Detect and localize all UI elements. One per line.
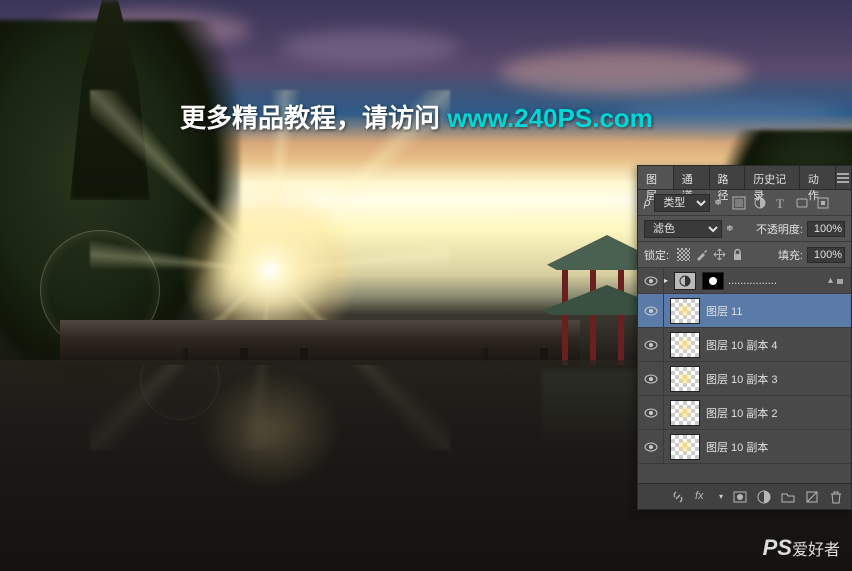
layer-collapsed-indicator[interactable]: ▴ xyxy=(828,275,845,286)
tutorial-prefix: 更多精品教程，请访问 xyxy=(180,103,447,133)
lock-all-icon[interactable] xyxy=(731,248,744,261)
layer-name[interactable]: ................ xyxy=(728,275,777,287)
delete-layer-icon[interactable] xyxy=(829,490,843,504)
lock-position-icon[interactable] xyxy=(713,248,726,261)
watermark: PS爱好者 xyxy=(763,535,840,561)
lock-transparent-icon[interactable] xyxy=(677,248,690,261)
lock-pixels-icon[interactable] xyxy=(695,248,708,261)
filter-adjust-icon[interactable] xyxy=(753,196,767,210)
layer-thumb xyxy=(670,400,700,426)
filter-pixel-icon[interactable] xyxy=(732,196,746,210)
tab-actions[interactable]: 动作 xyxy=(800,166,836,189)
lock-row: 锁定: 填充: xyxy=(638,242,851,268)
layer-thumb xyxy=(670,332,700,358)
layer-item[interactable]: 图层 10 副本 3 xyxy=(638,362,851,396)
svg-text:T: T xyxy=(776,196,784,210)
layer-item[interactable]: 图层 11 xyxy=(638,294,851,328)
panel-footer: fx ▾ xyxy=(638,483,851,509)
tab-channels[interactable]: 通道 xyxy=(674,166,710,189)
layer-thumb-adjustment xyxy=(674,272,696,290)
tutorial-overlay-text: 更多精品教程，请访问 www.240PS.com xyxy=(180,98,653,135)
layer-name[interactable]: 图层 10 副本 2 xyxy=(706,405,778,421)
layer-name[interactable]: 图层 11 xyxy=(706,303,742,319)
tab-paths[interactable]: 路径 xyxy=(710,166,746,189)
filter-row: ρ 类型 ≑ T xyxy=(638,190,851,216)
layer-thumb xyxy=(670,366,700,392)
visibility-toggle[interactable] xyxy=(638,430,664,463)
kind-icon: ρ xyxy=(644,197,650,209)
bridge xyxy=(60,320,580,365)
layer-item[interactable]: 图层 10 副本 xyxy=(638,430,851,464)
layer-item-adjustment[interactable]: ▸ ................ ▴ xyxy=(638,268,851,294)
visibility-toggle[interactable] xyxy=(638,268,664,293)
filter-smart-icon[interactable] xyxy=(816,196,830,210)
layer-mask-thumb xyxy=(702,272,724,290)
layer-name[interactable]: 图层 10 副本 3 xyxy=(706,371,778,387)
filter-kind-select[interactable]: 类型 xyxy=(654,194,710,212)
layers-panel: 图层 通道 路径 历史记录 动作 ρ 类型 ≑ T 滤色 ≑ 不透明度: 锁定 xyxy=(637,165,852,510)
tutorial-url: www.240PS.com xyxy=(447,103,653,133)
new-adjustment-icon[interactable] xyxy=(757,490,771,504)
fill-label: 填充: xyxy=(778,247,803,263)
blend-mode-select[interactable]: 滤色 xyxy=(644,220,722,238)
layer-name[interactable]: 图层 10 副本 xyxy=(706,439,768,455)
expand-icon[interactable]: ▸ xyxy=(664,276,668,285)
watermark-cn: 爱好者 xyxy=(792,542,840,559)
fill-input[interactable] xyxy=(807,247,845,263)
layer-list: ▸ ................ ▴ 图层 11 图层 10 副本 4 xyxy=(638,268,851,483)
tab-history[interactable]: 历史记录 xyxy=(745,166,800,189)
blend-row: 滤色 ≑ 不透明度: xyxy=(638,216,851,242)
lock-label: 锁定: xyxy=(644,247,669,263)
add-mask-icon[interactable] xyxy=(733,490,747,504)
new-group-icon[interactable] xyxy=(781,490,795,504)
filter-type-icon[interactable]: T xyxy=(774,196,788,210)
layer-item[interactable]: 图层 10 副本 4 xyxy=(638,328,851,362)
visibility-toggle[interactable] xyxy=(638,328,664,361)
visibility-toggle[interactable] xyxy=(638,362,664,395)
reflection-sun xyxy=(200,370,340,490)
filter-shape-icon[interactable] xyxy=(795,196,809,210)
tab-layers[interactable]: 图层 xyxy=(638,166,674,189)
panel-menu-icon[interactable] xyxy=(836,166,851,189)
panel-tabs: 图层 通道 路径 历史记录 动作 xyxy=(638,166,851,190)
opacity-label: 不透明度: xyxy=(756,221,803,237)
visibility-toggle[interactable] xyxy=(638,294,664,327)
layer-item[interactable]: 图层 10 副本 2 xyxy=(638,396,851,430)
filter-icons: T xyxy=(732,196,830,210)
layer-thumb xyxy=(670,298,700,324)
opacity-input[interactable] xyxy=(807,221,845,237)
fx-icon[interactable]: fx xyxy=(695,490,709,504)
visibility-toggle[interactable] xyxy=(638,396,664,429)
layer-thumb xyxy=(670,434,700,460)
link-layers-icon[interactable] xyxy=(671,490,685,504)
new-layer-icon[interactable] xyxy=(805,490,819,504)
layer-name[interactable]: 图层 10 副本 4 xyxy=(706,337,778,353)
watermark-ps: PS xyxy=(763,535,792,560)
